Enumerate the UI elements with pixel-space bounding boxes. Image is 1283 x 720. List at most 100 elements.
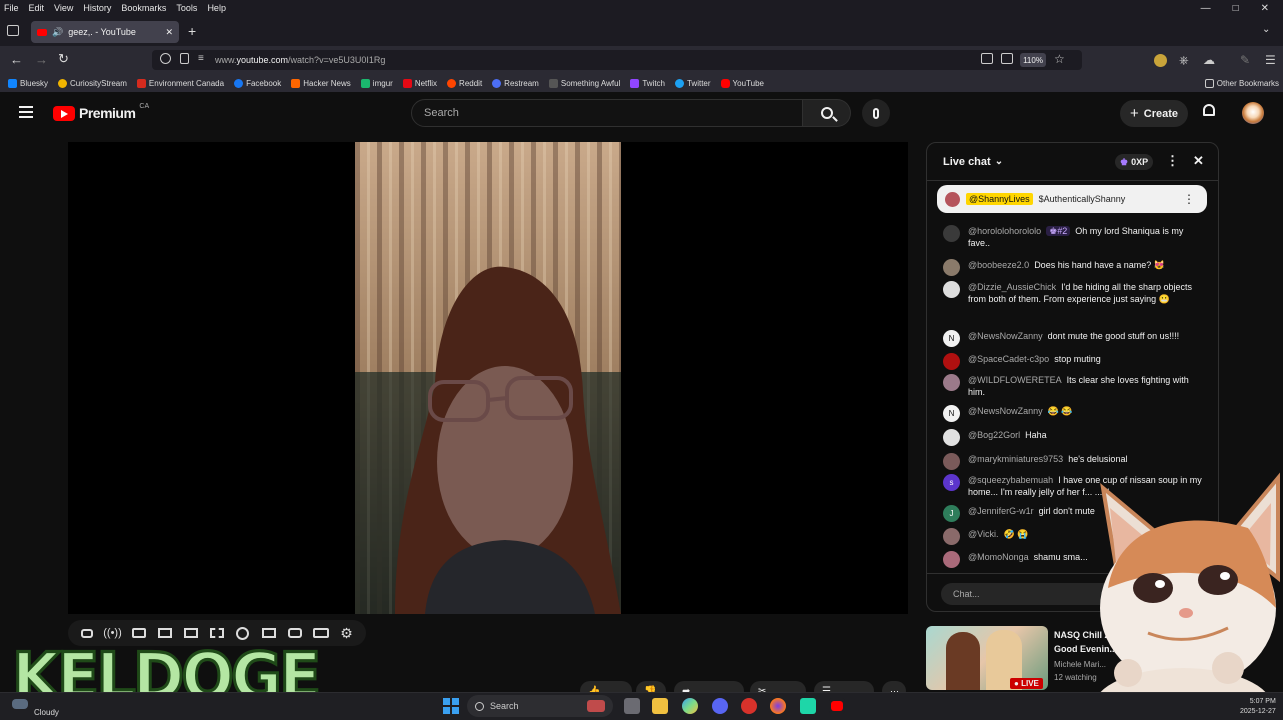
reload-icon[interactable]: ↻ [58,51,69,67]
avatar: J [943,505,960,522]
bookmark-bluesky[interactable]: Bluesky [8,78,48,88]
message-author[interactable]: @NewsNowZanny [968,406,1043,416]
minimize-icon[interactable]: — [1201,3,1211,14]
url-bar[interactable]: ≡ www.youtube.com/watch?v=ve5U3U0I1Rg 11… [152,50,1082,70]
bookmark-netflix[interactable]: Netflix [402,78,437,88]
close-tab-icon[interactable]: ✕ [165,27,173,38]
pinned-more-icon[interactable]: ⋮ [1183,192,1195,206]
message-author[interactable]: @boobeeze2.0 [968,260,1029,270]
firefox-icon[interactable] [770,698,786,714]
netflix-icon [402,78,412,88]
copilot-icon[interactable] [682,698,698,714]
menu-edit[interactable]: Edit [29,3,45,13]
weather-text[interactable]: Cloudy [34,708,59,717]
message-author[interactable]: @JenniferG-w1r [968,506,1034,516]
windows-start-icon[interactable] [443,698,459,714]
message-author[interactable]: @SpaceCadet-c3po [968,354,1049,364]
bookmark-hacker-news[interactable]: Hacker News [291,78,351,88]
bookmark-star-icon[interactable]: ☆ [1054,52,1065,66]
video-thumbnail[interactable]: ● LIVE [926,626,1048,690]
menu-bookmarks[interactable]: Bookmarks [121,3,166,13]
speaker-icon[interactable]: 🔊 [52,27,63,38]
bookmark-reddit[interactable]: Reddit [447,78,482,88]
youtube-premium-logo[interactable]: Premium CA [53,103,149,121]
tab-overview-icon[interactable] [7,25,19,36]
pinned-message[interactable]: @ShannyLives $AuthenticallyShanny ⋮ [937,185,1207,213]
file-explorer-icon[interactable] [652,698,668,714]
chevron-down-icon[interactable]: ⌄ [995,156,1003,167]
weather-cloud-icon[interactable] [12,699,28,709]
message-author[interactable]: @Dizzie_AussieChick [968,282,1056,292]
menu-history[interactable]: History [83,3,111,13]
xp-badge[interactable]: ♚ 0XP [1115,154,1154,170]
settings-gear-icon[interactable]: ⚙ [338,625,355,641]
message-author[interactable]: @MomoNonga [968,552,1029,562]
other-bookmarks[interactable]: Other Bookmarks [1204,78,1279,88]
close-window-icon[interactable]: ✕ [1261,3,1269,14]
close-chat-icon[interactable]: ✕ [1193,153,1204,169]
bookmarks-bar: Bluesky CuriosityStream Environment Cana… [0,74,1283,92]
guide-menu-icon[interactable] [19,106,33,118]
avatar [943,453,960,470]
lock-icon[interactable] [180,53,189,64]
chat-title[interactable]: Live chat [943,156,991,168]
message-author[interactable]: @NewsNowZanny [968,331,1043,341]
bookmark-restream[interactable]: Restream [492,78,539,88]
zoom-level[interactable]: 110% [1020,53,1046,67]
create-button[interactable]: + Create [1120,100,1188,127]
notifications-bell-icon[interactable] [1203,104,1217,120]
extension-cookie-icon[interactable] [1154,54,1167,67]
maximize-icon[interactable]: □ [1233,3,1239,14]
picture-in-picture-icon[interactable] [1001,53,1013,64]
menu-help[interactable]: Help [207,3,226,13]
message-author[interactable]: @WILDFLOWERETEA [968,375,1062,385]
reader-view-icon[interactable] [981,53,993,64]
bookmark-twitter[interactable]: Twitter [674,78,711,88]
message-author[interactable]: @Vicki. [968,529,998,539]
forward-icon[interactable]: → [35,52,48,67]
extension-disabled-icon[interactable]: ✎ [1240,53,1250,67]
chat-more-icon[interactable]: ⋮ [1166,153,1179,169]
sync-icon[interactable]: ☁ [1203,53,1215,67]
youtube-app-icon[interactable] [829,698,845,714]
avatar [943,225,960,242]
bookmark-environment-canada[interactable]: Environment Canada [136,78,225,88]
tab-youtube[interactable]: 🔊 geez,. - YouTube ✕ [31,21,179,43]
taskbar-search[interactable]: Search [467,695,613,717]
message-author[interactable]: @horololohorololo [968,226,1041,236]
menu-tools[interactable]: Tools [176,3,197,13]
permissions-icon[interactable]: ≡ [198,53,204,64]
app-red-icon[interactable] [741,698,757,714]
shield-icon[interactable] [160,53,171,64]
video-frame[interactable] [355,142,621,614]
url-text[interactable]: www.youtube.com/watch?v=ve5U3U0I1Rg [215,55,385,65]
message-author[interactable]: @marykminiatures9753 [968,454,1063,464]
extensions-puzzle-icon[interactable]: ⎈ [1179,53,1189,68]
message-author[interactable]: @squeezybabemuah [968,475,1053,485]
twitch-icon [630,78,640,88]
bookmark-label: Environment Canada [148,78,225,88]
tab-list-chevron-icon[interactable]: ⌄ [1262,24,1270,35]
search-button[interactable] [803,99,851,127]
task-view-icon[interactable] [624,698,640,714]
voice-search-button[interactable] [862,99,890,127]
menu-view[interactable]: View [54,3,73,13]
url-path: /watch?v=ve5U3U0I1Rg [288,55,386,65]
webcam-image [355,142,621,614]
bookmark-youtube[interactable]: YouTube [720,78,764,88]
back-icon[interactable]: ← [10,52,23,67]
bookmark-imgur[interactable]: imgur [360,78,393,88]
search-input[interactable]: Search [411,99,803,127]
bookmark-facebook[interactable]: Facebook [234,78,281,88]
menu-file[interactable]: File [4,3,19,13]
taskbar-clock[interactable]: 5:07 PM 2025-12-27 [1240,697,1276,717]
bookmark-twitch[interactable]: Twitch [630,78,665,88]
message-author[interactable]: @Bog22Gorl [968,430,1020,440]
new-tab-icon[interactable]: + [188,23,196,39]
avatar[interactable] [1242,102,1264,124]
app-teal-icon[interactable] [800,698,816,714]
bookmark-something-awful[interactable]: Something Awful [548,78,620,88]
bookmark-curiositystream[interactable]: CuriosityStream [58,78,127,88]
discord-icon[interactable] [712,698,728,714]
hamburger-menu-icon[interactable]: ☰ [1265,53,1276,67]
